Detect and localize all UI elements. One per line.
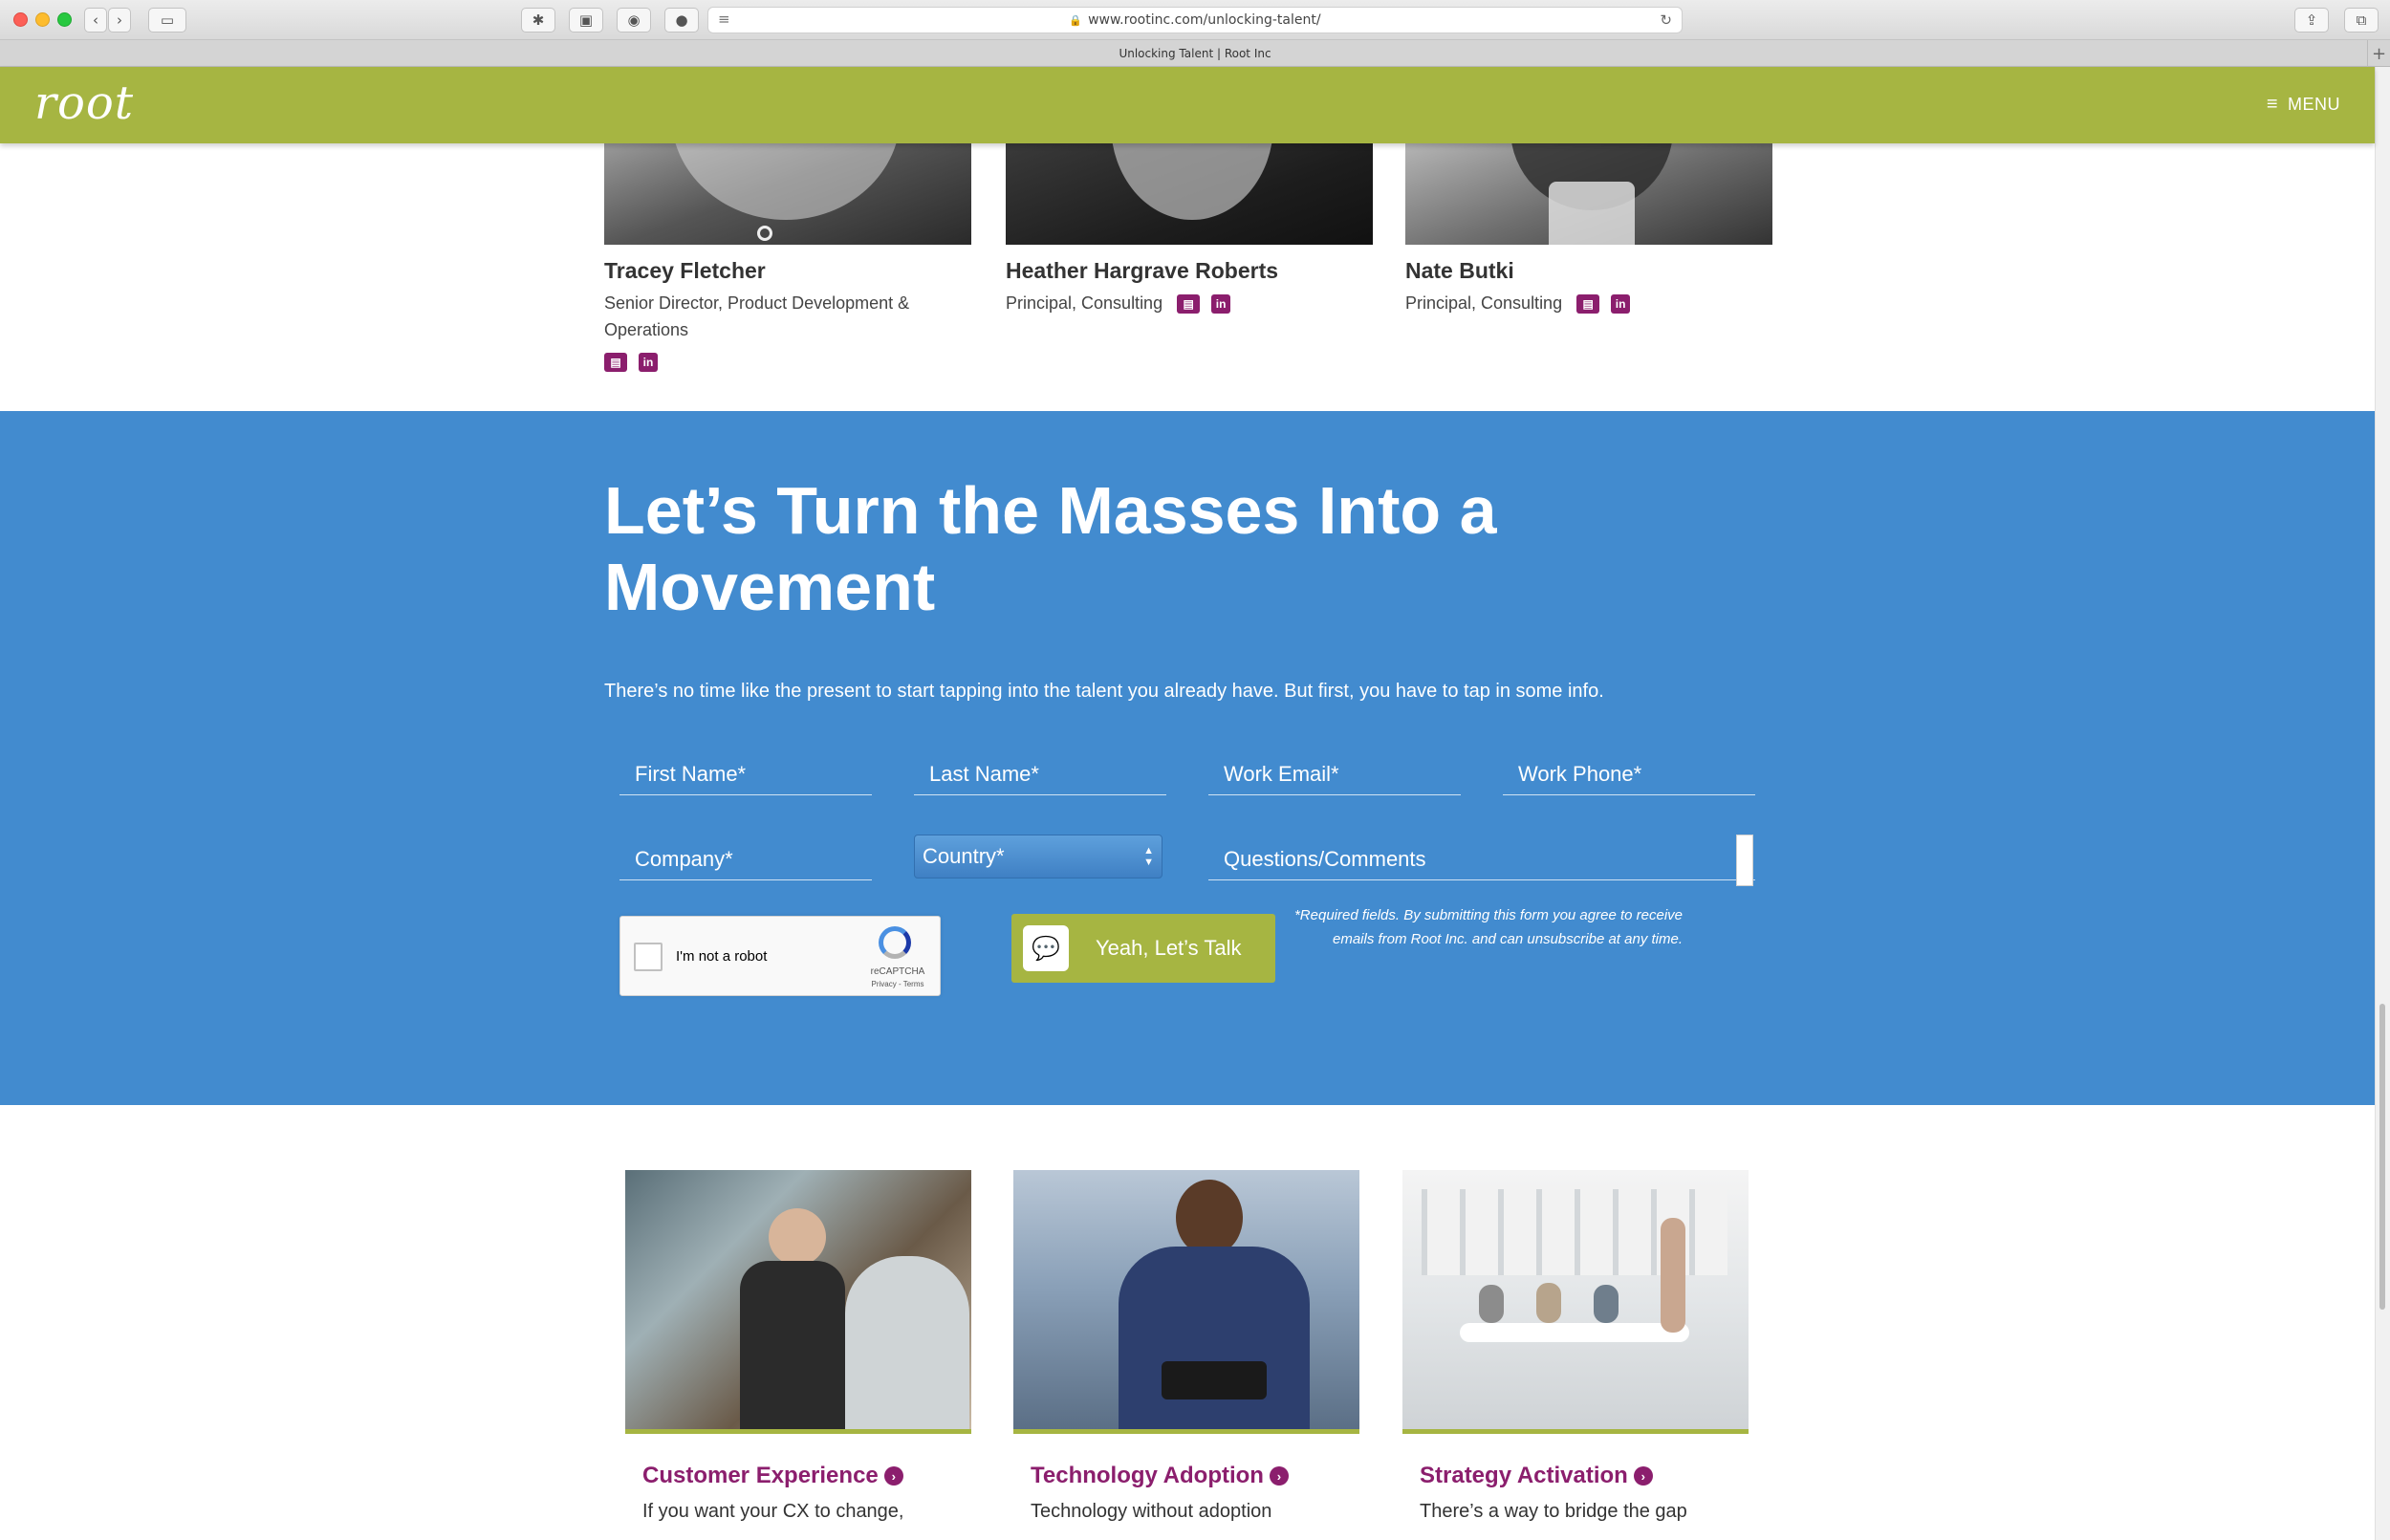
browser-toolbar: ‹ › ▭ ✱ ▣ ◉ ● ≡ 🔒 www.rootinc.com/unlock… bbox=[0, 0, 2390, 40]
service-image bbox=[1013, 1170, 1359, 1434]
url-text: www.rootinc.com/unlocking-talent/ bbox=[1088, 12, 1321, 28]
linkedin-icon[interactable]: in bbox=[1611, 294, 1631, 315]
service-desc: There’s a way to bridge the gap bbox=[1420, 1501, 1687, 1522]
tab-title: Unlocking Talent | Root Inc bbox=[1119, 46, 1271, 60]
member-title: Principal, Consulting bbox=[1405, 293, 1563, 313]
bio-card-icon[interactable]: ▤ bbox=[604, 353, 627, 372]
extension-icon[interactable]: ✱ bbox=[521, 8, 555, 33]
team-photo bbox=[1006, 143, 1373, 245]
recaptcha-legal-links[interactable]: Privacy - Terms bbox=[863, 980, 932, 988]
service-desc: Technology without adoption bbox=[1031, 1501, 1272, 1522]
submit-button[interactable]: 💬 Yeah, Let’s Talk bbox=[1011, 914, 1275, 983]
extension-icon[interactable]: ◉ bbox=[617, 8, 651, 33]
service-image bbox=[1402, 1170, 1749, 1434]
service-title: Technology Adoption bbox=[1031, 1463, 1264, 1488]
team-section: Tracey Fletcher Senior Director, Product… bbox=[0, 143, 2375, 411]
root-logo[interactable]: root bbox=[34, 76, 134, 130]
share-icon[interactable]: ⇪ bbox=[2294, 8, 2329, 33]
service-image bbox=[625, 1170, 971, 1434]
team-member: Heather Hargrave Roberts Principal, Cons… bbox=[1006, 143, 1373, 316]
hamburger-icon: ≡ bbox=[2266, 94, 2278, 115]
service-desc: If you want your CX to change, bbox=[642, 1501, 904, 1522]
recaptcha-label: I'm not a robot bbox=[676, 948, 768, 965]
address-bar[interactable]: ≡ 🔒 www.rootinc.com/unlocking-talent/ ↻ bbox=[707, 7, 1683, 33]
close-window-button[interactable] bbox=[13, 12, 28, 27]
member-name: Heather Hargrave Roberts bbox=[1006, 258, 1279, 283]
last-name-field[interactable]: Last Name* bbox=[914, 753, 1166, 795]
service-title: Strategy Activation bbox=[1420, 1463, 1628, 1488]
member-name: Tracey Fletcher bbox=[604, 258, 766, 283]
site-header: root ≡ MENU bbox=[0, 67, 2375, 143]
arrow-right-icon: › bbox=[1633, 1466, 1653, 1486]
service-card[interactable]: Technology Adoption › Technology without… bbox=[1013, 1170, 1359, 1523]
page-scrollbar[interactable] bbox=[2375, 67, 2390, 1540]
extension-icon[interactable]: ▣ bbox=[569, 8, 603, 33]
reader-icon[interactable]: ≡ bbox=[718, 11, 730, 28]
chat-bubble-icon: 💬 bbox=[1023, 925, 1069, 971]
bio-card-icon[interactable]: ▤ bbox=[1177, 294, 1201, 315]
service-card[interactable]: Strategy Activation › There’s a way to b… bbox=[1402, 1170, 1749, 1523]
arrow-right-icon: › bbox=[883, 1466, 903, 1486]
select-arrows-icon: ▲ ▼ bbox=[1143, 845, 1154, 868]
linkedin-icon[interactable]: in bbox=[1211, 294, 1231, 315]
contact-section: Let’s Turn the Masses Into a Movement Th… bbox=[0, 411, 2375, 1105]
country-select-value: Country* bbox=[923, 844, 1005, 868]
company-field[interactable]: Company* bbox=[619, 838, 872, 880]
work-email-field[interactable]: Work Email* bbox=[1208, 753, 1461, 795]
member-name: Nate Butki bbox=[1405, 258, 1514, 283]
zoom-window-button[interactable] bbox=[57, 12, 72, 27]
member-title: Senior Director, Product Development & O… bbox=[604, 293, 910, 339]
reload-icon[interactable]: ↻ bbox=[1660, 11, 1672, 29]
services-section: Customer Experience › If you want your C… bbox=[0, 1105, 2375, 1540]
scrollbar-thumb[interactable] bbox=[2379, 1004, 2385, 1310]
recaptcha-widget: I'm not a robot reCAPTCHA Privacy - Term… bbox=[619, 916, 941, 996]
first-name-field[interactable]: First Name* bbox=[619, 753, 872, 795]
cta-heading: Let’s Turn the Masses Into a Movement bbox=[604, 473, 1497, 624]
service-card[interactable]: Customer Experience › If you want your C… bbox=[625, 1170, 971, 1523]
recaptcha-logo-icon bbox=[879, 926, 911, 959]
browser-tab[interactable]: Unlocking Talent | Root Inc + bbox=[0, 40, 2390, 67]
team-photo bbox=[604, 143, 971, 245]
sidebar-toggle-icon[interactable]: ▭ bbox=[148, 8, 186, 33]
new-tab-icon[interactable]: + bbox=[2367, 40, 2390, 67]
bio-card-icon[interactable]: ▤ bbox=[1576, 294, 1600, 315]
forward-button[interactable]: › bbox=[108, 8, 131, 33]
member-title: Principal, Consulting bbox=[1006, 293, 1163, 313]
team-photo bbox=[1405, 143, 1772, 245]
tabs-icon[interactable]: ⧉ bbox=[2344, 8, 2379, 33]
back-button[interactable]: ‹ bbox=[84, 8, 107, 33]
service-title: Customer Experience bbox=[642, 1463, 879, 1488]
extension-icon[interactable]: ● bbox=[664, 8, 699, 33]
work-phone-field[interactable]: Work Phone* bbox=[1503, 753, 1755, 795]
recaptcha-brand: reCAPTCHA bbox=[870, 966, 925, 977]
lock-icon: 🔒 bbox=[1069, 13, 1083, 27]
menu-label: MENU bbox=[2288, 95, 2340, 114]
recaptcha-checkbox[interactable] bbox=[634, 943, 663, 971]
cta-lede: There’s no time like the present to star… bbox=[604, 681, 1604, 702]
team-member: Nate Butki Principal, Consulting ▤ in bbox=[1405, 143, 1772, 316]
menu-button[interactable]: ≡ MENU bbox=[2267, 94, 2340, 116]
form-disclaimer: *Required fields. By submitting this for… bbox=[1293, 907, 1683, 947]
minimize-window-button[interactable] bbox=[35, 12, 50, 27]
submit-label: Yeah, Let’s Talk bbox=[1096, 936, 1242, 960]
textarea-resize-handle[interactable] bbox=[1736, 835, 1753, 886]
comments-textarea[interactable]: Questions/Comments bbox=[1208, 838, 1755, 880]
arrow-right-icon: › bbox=[1269, 1466, 1289, 1486]
linkedin-icon[interactable]: in bbox=[639, 353, 658, 372]
country-select[interactable]: Country* ▲ ▼ bbox=[914, 835, 1162, 878]
team-member: Tracey Fletcher Senior Director, Product… bbox=[604, 143, 971, 372]
